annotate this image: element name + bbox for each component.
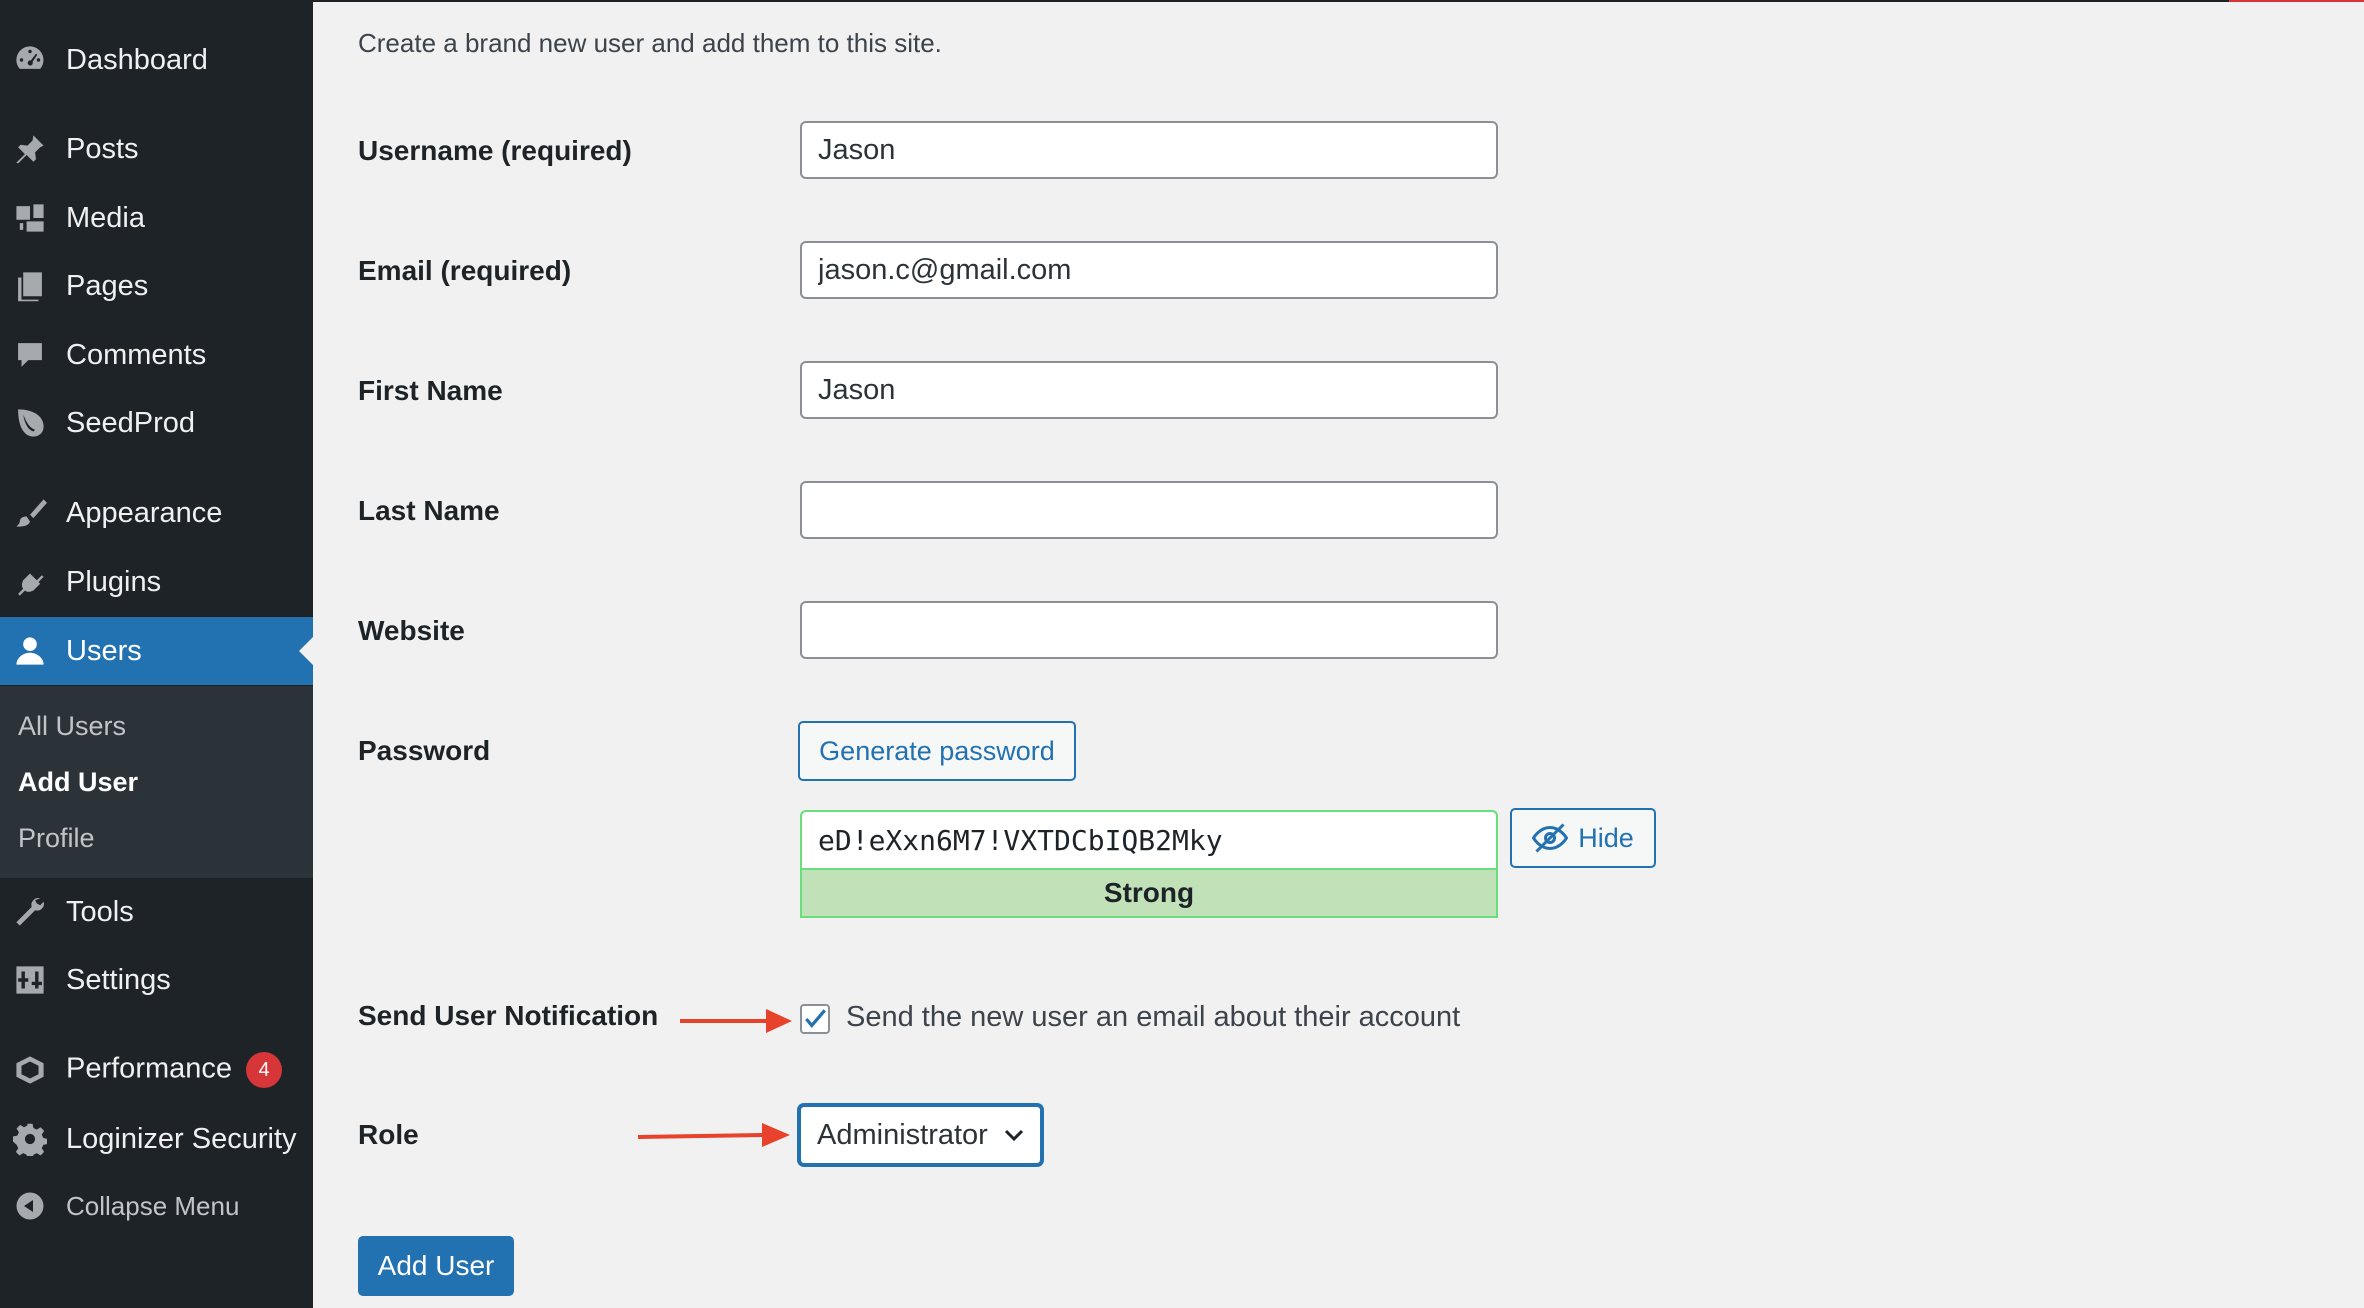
sidebar-item-posts[interactable]: Posts — [0, 119, 313, 179]
sidebar-item-performance[interactable]: Performance 4 — [0, 1040, 313, 1100]
sidebar-item-label: Tools — [66, 895, 134, 928]
role-label: Role — [358, 1119, 419, 1150]
sidebar-item-label: Pages — [66, 269, 149, 302]
password-label: Password — [358, 735, 491, 766]
top-border-accent — [2229, 0, 2364, 2]
users-submenu: All Users Add User Profile — [0, 686, 313, 878]
collapse-menu-label: Collapse Menu — [66, 1190, 240, 1221]
sidebar-item-label: Appearance — [66, 496, 223, 529]
annotation-arrow-notification — [680, 1009, 792, 1033]
sidebar-item-loginizer-security[interactable]: Loginizer Security — [0, 1109, 313, 1169]
sidebar-item-label: SeedProd — [66, 406, 195, 439]
sidebar-item-tools[interactable]: Tools — [0, 882, 313, 942]
hide-label: Hide — [1578, 822, 1634, 853]
pages-icon — [12, 268, 48, 304]
password-strength-indicator: Strong — [800, 868, 1498, 918]
sidebar-item-settings[interactable]: Settings — [0, 950, 313, 1010]
sidebar-item-comments[interactable]: Comments — [0, 325, 313, 385]
checkmark-icon — [805, 1009, 826, 1029]
role-selected-value: Administrator — [817, 1118, 988, 1151]
annotation-arrow-role — [637, 1123, 790, 1147]
comment-icon — [12, 337, 48, 373]
sidebar-item-label: Loginizer Security — [66, 1122, 297, 1155]
username-input[interactable] — [800, 121, 1498, 179]
form-intro: Create a brand new user and add them to … — [358, 28, 942, 58]
notification-label: Send User Notification — [358, 1000, 659, 1031]
plug-icon — [12, 564, 48, 600]
media-icon — [12, 200, 48, 236]
sidebar-item-label: Posts — [66, 132, 139, 165]
notification-badge: 4 — [246, 1052, 283, 1088]
last-name-label: Last Name — [358, 495, 500, 526]
admin-sidebar: Dashboard Posts Media Pages Comments See… — [0, 0, 313, 1308]
sidebar-item-label: Media — [66, 201, 145, 234]
chevron-down-icon — [1004, 1129, 1024, 1142]
password-input[interactable] — [800, 810, 1498, 868]
email-label: Email (required) — [358, 255, 572, 286]
sidebar-item-label: Performance 4 — [66, 1052, 283, 1088]
sidebar-item-media[interactable]: Media — [0, 188, 313, 248]
active-pointer — [299, 637, 313, 665]
collapse-menu-button[interactable]: Collapse Menu — [0, 1176, 313, 1236]
website-label: Website — [358, 615, 465, 646]
username-label: Username (required) — [358, 135, 632, 166]
send-notification-checkbox[interactable] — [800, 1004, 830, 1034]
add-user-button[interactable]: Add User — [358, 1236, 514, 1296]
sidebar-item-plugins[interactable]: Plugins — [0, 552, 313, 612]
seedprod-leaf-icon — [12, 405, 48, 441]
email-input[interactable] — [800, 241, 1498, 299]
sidebar-item-label: Comments — [66, 338, 207, 371]
role-select[interactable]: Administrator — [798, 1104, 1043, 1166]
sidebar-item-seedprod[interactable]: SeedProd — [0, 393, 313, 453]
submenu-all-users[interactable]: All Users — [18, 711, 126, 742]
submenu-add-user[interactable]: Add User — [18, 767, 138, 798]
first-name-input[interactable] — [800, 361, 1498, 419]
sidebar-item-label: Users — [66, 634, 142, 667]
sidebar-item-pages[interactable]: Pages — [0, 256, 313, 316]
brush-icon — [12, 495, 48, 531]
last-name-input[interactable] — [800, 481, 1498, 539]
wrench-icon — [12, 894, 48, 930]
collapse-arrow-icon — [12, 1188, 48, 1224]
submenu-profile[interactable]: Profile — [18, 823, 95, 854]
website-input[interactable] — [800, 601, 1498, 659]
notification-checkbox-label[interactable]: Send the new user an email about their a… — [846, 1001, 1460, 1034]
performance-icon — [12, 1052, 48, 1088]
settings-sliders-icon — [12, 962, 48, 998]
sidebar-item-label: Dashboard — [66, 43, 208, 76]
dashboard-icon — [12, 42, 48, 78]
user-icon — [12, 633, 48, 669]
hide-password-button[interactable]: Hide — [1510, 808, 1656, 868]
sidebar-item-appearance[interactable]: Appearance — [0, 483, 313, 543]
generate-password-button[interactable]: Generate password — [798, 721, 1076, 781]
pin-icon — [12, 131, 48, 167]
sidebar-item-label: Plugins — [66, 565, 162, 598]
eye-slash-icon — [1532, 823, 1569, 853]
gear-icon — [12, 1121, 48, 1157]
sidebar-item-users[interactable]: Users — [0, 617, 313, 685]
sidebar-item-label: Settings — [66, 963, 171, 996]
sidebar-item-dashboard[interactable]: Dashboard — [0, 30, 313, 90]
top-border — [313, 0, 2364, 2]
first-name-label: First Name — [358, 375, 503, 406]
